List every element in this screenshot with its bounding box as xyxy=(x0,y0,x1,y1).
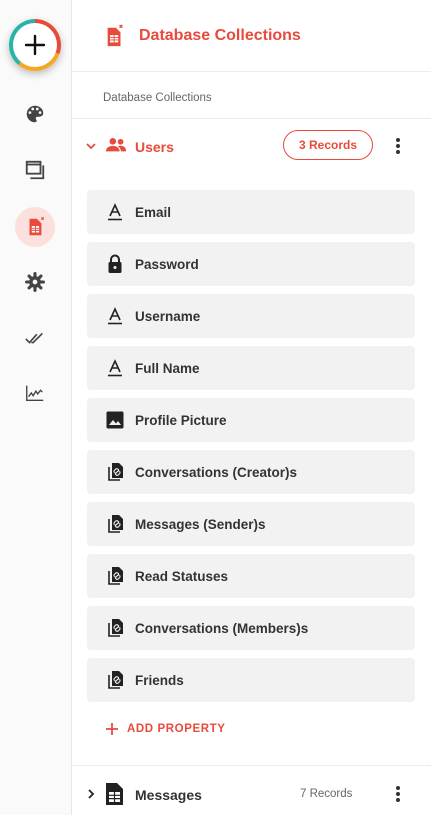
property-label: Read Statuses xyxy=(135,569,229,584)
relation-icon xyxy=(105,670,125,690)
lock-icon xyxy=(105,254,125,274)
palette-icon xyxy=(26,105,44,123)
property-label: Messages (Sender)s xyxy=(135,517,266,532)
relation-icon xyxy=(105,514,125,534)
relation-icon xyxy=(105,566,125,586)
property-label: Email xyxy=(135,205,172,220)
rail-item-screens[interactable] xyxy=(15,150,55,190)
double-check-icon xyxy=(25,332,43,344)
property-row[interactable]: Username xyxy=(87,294,415,338)
add-property-label: ADD PROPERTY xyxy=(127,723,226,735)
database-icon xyxy=(29,216,45,236)
plus-icon xyxy=(106,723,118,735)
property-row[interactable]: Email xyxy=(87,190,415,234)
windows-icon xyxy=(25,160,45,180)
property-row[interactable]: Password xyxy=(87,242,415,286)
image-icon xyxy=(105,410,125,430)
property-label: Profile Picture xyxy=(135,413,227,428)
rail-item-database[interactable] xyxy=(15,207,55,247)
property-row[interactable]: Conversations (Members)s xyxy=(87,606,415,650)
property-row[interactable]: Profile Picture xyxy=(87,398,415,442)
property-label: Conversations (Creator)s xyxy=(135,465,298,480)
chart-icon xyxy=(26,385,44,402)
divider xyxy=(72,118,431,119)
more-options-icon[interactable] xyxy=(388,136,408,156)
text-icon xyxy=(105,358,125,378)
collection-name[interactable]: Messages xyxy=(135,787,202,803)
rail-item-theme[interactable] xyxy=(15,94,55,134)
property-label: Full Name xyxy=(135,361,200,376)
add-button[interactable] xyxy=(9,19,61,71)
database-icon xyxy=(104,24,126,53)
property-row[interactable]: Friends xyxy=(87,658,415,702)
property-row[interactable]: Full Name xyxy=(87,346,415,390)
collection-name[interactable]: Users xyxy=(135,139,174,155)
plus-icon xyxy=(24,34,46,56)
property-row[interactable]: Messages (Sender)s xyxy=(87,502,415,546)
breadcrumb: Database Collections xyxy=(103,92,212,104)
text-icon xyxy=(105,202,125,222)
side-rail xyxy=(0,0,72,815)
property-label: Friends xyxy=(135,673,184,688)
property-row[interactable]: Conversations (Creator)s xyxy=(87,450,415,494)
property-row[interactable]: Read Statuses xyxy=(87,554,415,598)
divider xyxy=(72,765,431,766)
text-icon xyxy=(105,306,125,326)
property-label: Conversations (Members)s xyxy=(135,621,309,636)
rail-item-settings[interactable] xyxy=(15,262,55,302)
chevron-right-icon[interactable] xyxy=(85,787,97,805)
main-panel: Database Collections Database Collection… xyxy=(72,0,435,815)
people-icon xyxy=(105,136,127,159)
table-icon xyxy=(105,782,125,811)
more-options-icon[interactable] xyxy=(388,784,408,804)
relation-icon xyxy=(105,618,125,638)
page-header: Database Collections xyxy=(72,0,431,72)
add-property-button[interactable]: ADD PROPERTY xyxy=(105,722,226,736)
gear-icon xyxy=(25,272,45,292)
property-label: Username xyxy=(135,309,201,324)
records-count[interactable]: 7 Records xyxy=(300,788,352,800)
relation-icon xyxy=(105,462,125,482)
chevron-down-icon[interactable] xyxy=(85,139,97,157)
records-count-button[interactable]: 3 Records xyxy=(283,130,373,160)
property-label: Password xyxy=(135,257,199,272)
rail-item-actions[interactable] xyxy=(15,318,55,358)
rail-item-analytics[interactable] xyxy=(15,373,55,413)
page-title: Database Collections xyxy=(139,27,301,44)
